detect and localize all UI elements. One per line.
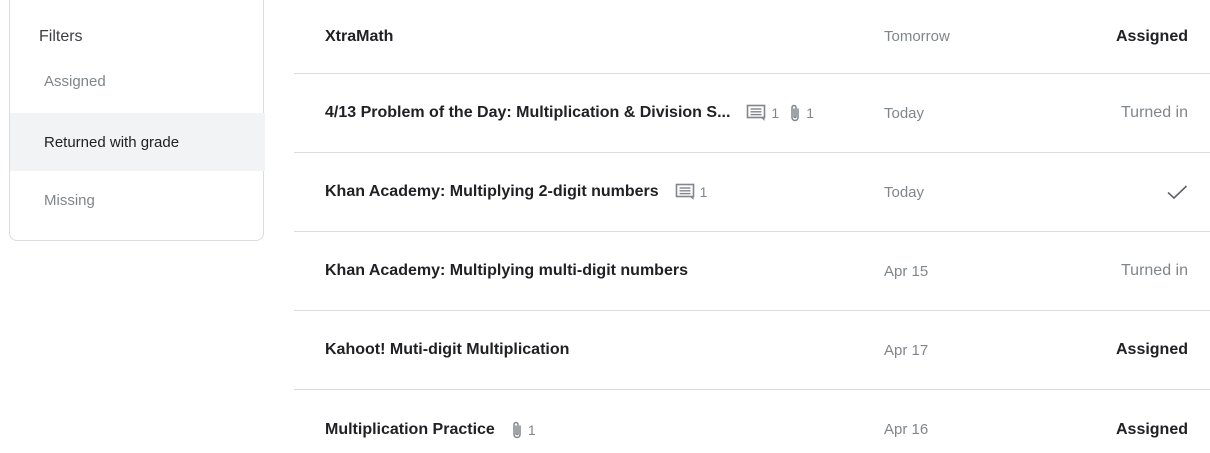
assignment-title: Kahoot! Muti-digit Multiplication: [325, 311, 569, 389]
filters-title: Filters: [39, 28, 83, 45]
assignment-title: Khan Academy: Multiplying 2-digit number…: [325, 153, 717, 231]
assignment-meta: 1: [511, 420, 546, 440]
assignment-due-date: Today: [884, 183, 925, 201]
assignment-row[interactable]: Kahoot! Muti-digit Multiplication Apr 17…: [294, 311, 1210, 390]
assignment-title-text: Multiplication Practice: [325, 420, 495, 438]
filter-label: Missing: [44, 191, 95, 209]
paperclip-icon: [513, 421, 521, 438]
assignment-due-date: Today: [884, 104, 925, 122]
assignment-title-text: 4/13 Problem of the Day: Multiplication …: [325, 104, 731, 121]
assignment-due-date: Apr 15: [884, 262, 929, 280]
checkmark-icon: [1167, 185, 1188, 200]
assignment-due-date: Tomorrow: [884, 28, 950, 45]
filter-label: Assigned: [44, 72, 106, 90]
assignment-title-text: Khan Academy: Multiplying multi-digit nu…: [325, 262, 688, 279]
assignment-title: Khan Academy: Multiplying multi-digit nu…: [325, 232, 688, 310]
assignment-row[interactable]: 4/13 Problem of the Day: Multiplication …: [294, 74, 1210, 153]
assignment-status: Turned in: [1121, 104, 1188, 121]
assignment-row[interactable]: Khan Academy: Multiplying 2-digit number…: [294, 153, 1210, 232]
assignment-status: Assigned: [1115, 341, 1188, 358]
attachment-count-value: 1: [806, 105, 814, 121]
attachment-count: 1: [511, 420, 536, 440]
comment-count-value: 1: [699, 184, 708, 200]
assignment-title-text: XtraMath: [325, 27, 394, 45]
assignment-status: [1166, 153, 1188, 231]
assignment-status: Assigned: [1115, 420, 1188, 438]
filters-panel: Filters Assigned Returned with grade Mis…: [9, 0, 265, 241]
comment-icon: [675, 183, 694, 200]
assignment-status: Assigned: [1115, 27, 1188, 45]
assignment-list: XtraMath Tomorrow Assigned 4/13 Problem …: [294, 0, 1210, 453]
comment-count: 1: [746, 104, 779, 122]
assignment-due-date: Apr 17: [884, 341, 929, 359]
filter-assigned[interactable]: Assigned: [10, 52, 265, 110]
assignment-title: 4/13 Problem of the Day: Multiplication …: [325, 74, 824, 152]
assignment-title: XtraMath: [325, 0, 393, 73]
assignment-meta: 1 1: [746, 103, 824, 123]
comment-count: 1: [675, 183, 708, 201]
classwork-page: Filters Assigned Returned with grade Mis…: [0, 0, 1210, 453]
attachment-count-value: 1: [527, 421, 536, 438]
assignment-title-text: Khan Academy: Multiplying 2-digit number…: [325, 183, 659, 200]
filter-label: Returned with grade: [44, 133, 180, 151]
attachment-count: 1: [789, 103, 814, 123]
assignment-row[interactable]: XtraMath Tomorrow Assigned: [294, 0, 1210, 74]
assignment-row[interactable]: Khan Academy: Multiplying multi-digit nu…: [294, 232, 1210, 311]
comment-count-value: 1: [771, 105, 780, 121]
assignment-title-text: Kahoot! Muti-digit Multiplication: [325, 341, 570, 358]
filter-returned-with-grade[interactable]: Returned with grade: [10, 113, 265, 171]
filter-missing[interactable]: Missing: [10, 171, 265, 229]
assignment-meta: 1: [675, 183, 718, 201]
assignment-status: Turned in: [1121, 262, 1188, 279]
assignment-title: Multiplication Practice 1: [325, 390, 546, 453]
comment-icon: [747, 104, 766, 121]
assignment-due-date: Apr 16: [884, 421, 929, 438]
assignment-row[interactable]: Multiplication Practice 1 Apr 16 Assigne…: [294, 390, 1210, 453]
paperclip-icon: [791, 104, 799, 122]
